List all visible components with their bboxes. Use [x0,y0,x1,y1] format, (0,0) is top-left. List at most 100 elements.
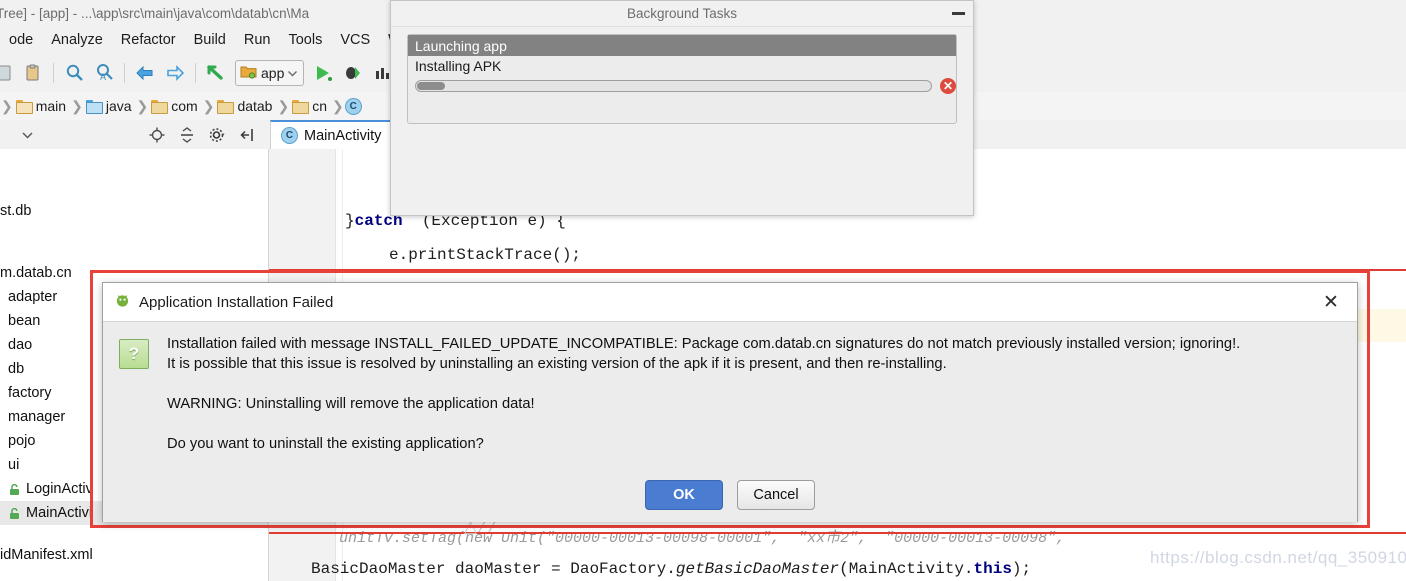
java-class-lock-icon [8,507,21,520]
toolbar-separator [195,62,196,83]
tree-item-label: dao [8,337,33,353]
breadcrumb-item-datab[interactable]: datab [215,98,276,114]
menu-item-build[interactable]: Build [185,30,235,50]
paste-icon[interactable] [20,60,46,86]
settings-gear-icon[interactable] [204,122,230,148]
menu-item-run[interactable]: Run [235,30,280,50]
background-tasks-title-bar: Background Tasks [391,1,973,27]
breadcrumb-item-com[interactable]: com [149,98,201,114]
build-icon[interactable] [203,60,229,86]
java-class-icon: C [344,97,362,115]
menu-label: VCS [340,31,371,48]
tree-item-label: bean [8,313,41,329]
window-title: Tree] - [app] - ...\app\src\main\java\co… [0,5,310,21]
menu-item-tools[interactable]: Tools [279,30,331,50]
run-icon[interactable] [310,60,336,86]
folder-icon [292,100,310,114]
menu-item-code[interactable]: ode [0,30,42,50]
task-step: Installing APK [415,58,502,74]
menu-item-vcs[interactable]: VCS [331,30,379,50]
collapse-dropdown-icon[interactable] [14,122,40,148]
application-installation-failed-dialog[interactable]: Application Installation Failed ✕ ? Inst… [102,282,1358,522]
background-tasks-title: Background Tasks [626,6,738,21]
breadcrumb-label: datab [237,98,273,114]
tree-item-test-db[interactable]: st.db [0,199,268,223]
breadcrumb-item-main[interactable]: main [14,98,70,114]
breadcrumb-label: java [105,98,132,114]
chevron-down-icon[interactable] [288,65,298,80]
menu-label: Tools [288,31,323,48]
run-configuration-selector[interactable]: app [235,59,305,86]
cancel-button[interactable]: Cancel [737,480,815,510]
background-tasks-window[interactable]: Background Tasks Launching app Installin… [390,0,974,216]
menu-label: ode [9,31,34,48]
menu-label: Build [193,31,226,48]
search-structurally-icon[interactable]: A [91,60,117,86]
progress-row: ✕ [408,74,956,94]
toolbar-separator [53,62,54,83]
back-icon[interactable] [132,60,158,86]
error-underline [269,532,1406,534]
menu-item-refactor[interactable]: Refactor [112,30,185,50]
editor-tab-mainactivity[interactable]: C MainActivity [270,120,393,149]
java-class-icon: C [281,127,298,144]
message-question: Do you want to uninstall the existing ap… [167,436,484,452]
search-icon[interactable] [61,60,87,86]
debug-icon[interactable] [340,60,366,86]
menu-label: Analyze [51,31,103,48]
close-icon[interactable]: ✕ [1321,292,1341,312]
progress-bar [415,80,933,92]
tree-item-label: adapter [8,289,58,305]
tree-item-label: m.datab.cn [0,265,72,281]
tree-item-label: idManifest.xml [0,547,93,563]
tree-item-label: factory [8,385,52,401]
task-name: Launching app [415,37,507,54]
dialog-body: ? Installation failed with message INSTA… [103,322,1357,522]
code-line-printstacktrace: e.printStackTrace(); [389,246,582,264]
breadcrumb-separator: ❯ [332,97,344,114]
save-icon[interactable] [0,60,16,86]
hide-panel-icon[interactable] [234,122,260,148]
project-tool-icons [0,120,268,149]
folder-icon [217,100,235,114]
tree-item-label: MainActivi [26,505,93,521]
breadcrumb-separator: ❯ [277,97,290,114]
code-line-commented-settag: unitTv.setTag(new Unit("00000-00013-0009… [339,530,1066,547]
run-config-label: app [261,64,285,81]
task-panel: Launching app Installing APK ✕ [407,34,957,124]
dialog-title-bar: Application Installation Failed ✕ [103,283,1357,322]
tree-item-androidmanifest[interactable]: idManifest.xml [0,543,268,567]
ok-button[interactable]: OK [645,480,723,510]
dialog-title: Application Installation Failed [139,293,334,311]
svg-text:A: A [100,72,106,82]
cancel-task-icon[interactable]: ✕ [940,78,956,94]
task-header: Launching app [408,35,956,56]
tree-item-label: LoginActiv [26,481,93,497]
tree-item-label: ui [8,457,20,473]
breadcrumb-label: main [35,98,67,114]
minimize-icon[interactable] [952,12,965,15]
message-line-2: It is possible that this issue is resolv… [167,356,947,372]
android-module-icon [240,64,257,82]
dialog-button-row: OK Cancel [103,480,1357,510]
breadcrumb-item-cn[interactable]: cn [290,98,331,114]
message-warning: WARNING: Uninstalling will remove the ap… [167,396,535,412]
message-line-1: Installation failed with message INSTALL… [167,336,1241,352]
toolbar-separator [124,62,125,83]
breadcrumb-item-java[interactable]: java [84,98,136,114]
locate-icon[interactable] [144,122,170,148]
tree-item-label: pojo [8,433,36,449]
forward-icon[interactable] [162,60,188,86]
code-line-basicdaomaster: BasicDaoMaster daoMaster = DaoFactory.ge… [311,560,1032,578]
breadcrumb-label: com [171,98,198,114]
menu-item-analyze[interactable]: Analyze [42,30,112,50]
progress-fill [417,82,445,90]
folder-icon [151,100,169,114]
android-studio-icon [115,293,130,311]
collapse-all-icon[interactable] [174,122,200,148]
watermark-text: https://blog.csdn.net/qq_35091074 [1150,548,1406,567]
breadcrumb-label: cn [312,98,328,114]
error-underline [269,269,1406,271]
